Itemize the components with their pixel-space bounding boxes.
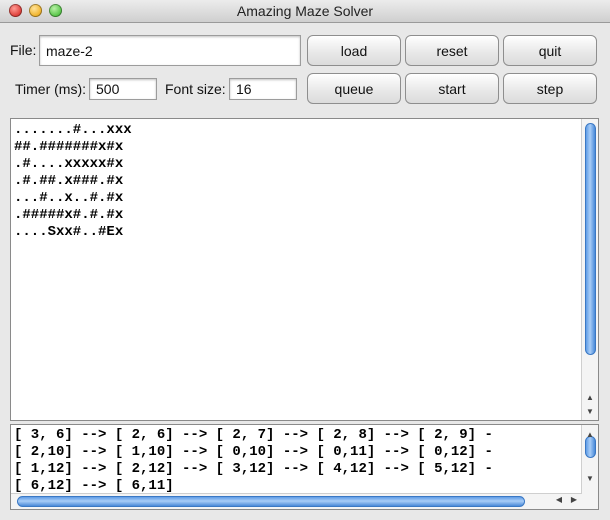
path-line: [ 1,12] --> [ 2,12] --> [ 3,12] --> [ 4,… [14,461,493,477]
timer-label: Timer (ms): [15,81,87,97]
scroll-up-arrow-icon[interactable]: ▲ [582,391,598,405]
maze-display[interactable]: .......#...xxx ##.#######x#x .#....xxxxx… [10,118,599,421]
load-button[interactable]: load [307,35,401,66]
file-input[interactable]: maze-2 [39,35,301,66]
window-title: Amazing Maze Solver [236,3,374,19]
title-bar: Amazing Maze Solver [0,0,610,23]
maze-scroll-thumb[interactable] [585,123,596,355]
maze-vertical-scrollbar[interactable]: ▲ ▼ [581,119,598,420]
step-button[interactable]: step [503,73,597,104]
maze-row: ##.#######x#x [14,139,124,155]
scroll-down-arrow-icon[interactable]: ▼ [582,472,598,486]
maze-row: .#.##.x###.#x [14,173,124,189]
maze-row: .#####x#.#.#x [14,207,124,223]
maze-row: ....Sxx#..#Ex [14,224,124,240]
scroll-right-arrow-icon[interactable]: ▶ [571,495,577,504]
maze-grid: .......#...xxx ##.#######x#x .#....xxxxx… [14,122,132,241]
path-vertical-scrollbar[interactable]: ▲ ▼ [581,425,598,509]
font-size-input[interactable]: 16 [229,78,297,100]
maze-row: .......#...xxx [14,122,132,138]
queue-button[interactable]: queue [307,73,401,104]
path-line: [ 2,10] --> [ 1,10] --> [ 0,10] --> [ 0,… [14,444,493,460]
scroll-down-arrow-icon[interactable]: ▼ [582,405,598,419]
font-size-label: Font size: [165,81,226,97]
path-line: [ 3, 6] --> [ 2, 6] --> [ 2, 7] --> [ 2,… [14,427,493,443]
path-output[interactable]: [ 3, 6] --> [ 2, 6] --> [ 2, 7] --> [ 2,… [10,424,599,510]
maze-row: .#....xxxxx#x [14,156,124,172]
path-list: [ 3, 6] --> [ 2, 6] --> [ 2, 7] --> [ 2,… [14,427,493,495]
quit-button[interactable]: quit [503,35,597,66]
start-button[interactable]: start [405,73,499,104]
path-horizontal-scrollbar[interactable]: ◀ ▶ [11,493,582,509]
reset-button[interactable]: reset [405,35,499,66]
file-label: File: [10,42,37,58]
scroll-up-arrow-icon[interactable]: ▲ [582,428,598,442]
path-hscroll-thumb[interactable] [17,496,525,507]
timer-input[interactable]: 500 [89,78,157,100]
maze-row: ...#..x..#.#x [14,190,124,206]
scroll-left-arrow-icon[interactable]: ◀ [556,495,562,504]
